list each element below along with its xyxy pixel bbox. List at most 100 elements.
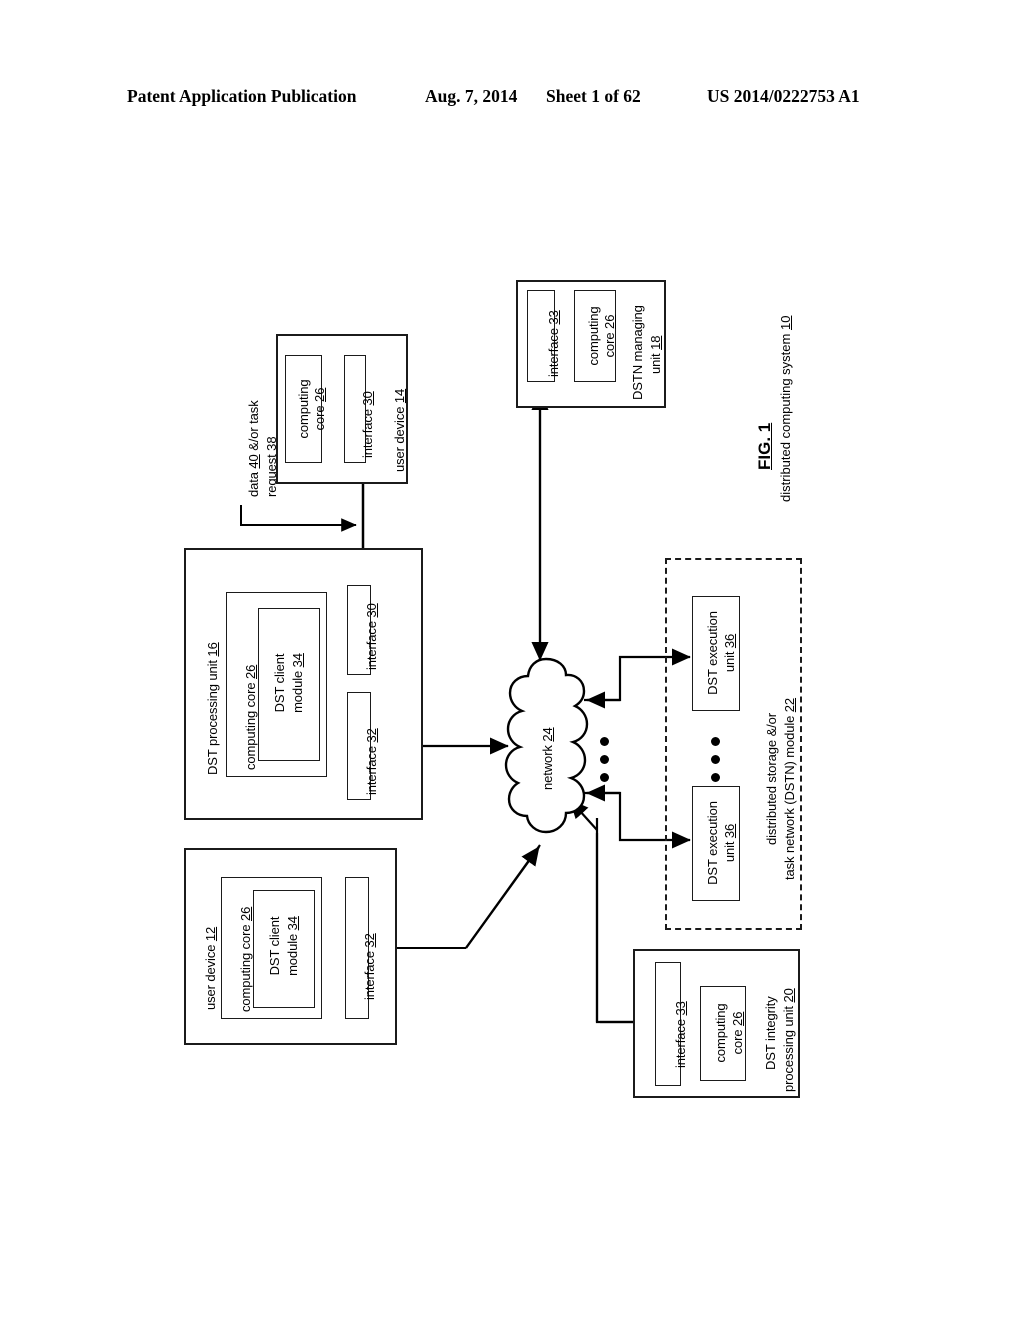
title-ref: 20 bbox=[781, 988, 796, 1003]
dstn-module-22-title-line2: task network (DSTN) module 22 bbox=[782, 698, 797, 880]
dst-processing-unit-16-interface-32-label: interface 32 bbox=[364, 728, 379, 795]
dstn-title-line2: task network (DSTN) module bbox=[782, 715, 797, 880]
user-device-14-title: user device 14 bbox=[392, 389, 407, 472]
network-24-label: network 24 bbox=[540, 727, 555, 790]
dst-execution-unit-36-upper-line1: DST execution bbox=[705, 601, 720, 705]
user-device-12-core-label: computing core 26 bbox=[238, 907, 253, 1012]
user-device-12-module-line2: module 34 bbox=[285, 891, 300, 1001]
module-line1: DST client bbox=[272, 653, 287, 713]
network-branch-ellipsis bbox=[600, 737, 609, 791]
core-line1: computing bbox=[713, 1003, 728, 1063]
dst-processing-unit-16-dst-client-module-box bbox=[258, 608, 320, 761]
interface-label: interface bbox=[364, 621, 379, 670]
module-line2: module bbox=[290, 670, 305, 713]
title-line1: DSTN managing bbox=[630, 305, 645, 400]
dst-execution-unit-36-upper-line2: unit 36 bbox=[722, 601, 737, 705]
network-ref: 24 bbox=[540, 727, 555, 742]
dst-processing-unit-16-core-label: computing core 26 bbox=[243, 665, 258, 770]
core-line2: core bbox=[730, 1029, 745, 1055]
module-line1: DST client bbox=[267, 916, 282, 976]
core-line2: core bbox=[602, 332, 617, 358]
core-ref: 26 bbox=[730, 1011, 745, 1026]
dstn-title-ref: 22 bbox=[782, 697, 797, 713]
dst-integrity-unit-20-title-line1: DST integrity bbox=[763, 996, 778, 1070]
dst-execution-units-ellipsis bbox=[711, 737, 720, 791]
title-text: user device bbox=[392, 406, 407, 472]
title-ref: 16 bbox=[205, 642, 220, 657]
dst-integrity-unit-20-core-line2: core 26 bbox=[730, 991, 745, 1075]
flow-label-line1-tail: &/or task bbox=[246, 400, 261, 451]
dstn-managing-unit-18-core-line1: computing bbox=[586, 296, 601, 376]
interface-ref: 33 bbox=[673, 1001, 688, 1016]
user-device-14-core-label-line2: core 26 bbox=[312, 363, 327, 455]
interface-label: interface bbox=[673, 1019, 688, 1068]
title-line2: processing unit bbox=[781, 1006, 796, 1092]
interface-ref: 32 bbox=[362, 933, 377, 948]
core-line1: computing bbox=[296, 379, 311, 439]
user-device-14-interface-30-label: interface 30 bbox=[360, 391, 375, 458]
dstn-managing-unit-18-core-line2: core 26 bbox=[602, 296, 617, 376]
module-ref: 34 bbox=[285, 916, 300, 931]
exec-line1: DST execution bbox=[705, 801, 720, 885]
user-device-12-dst-client-module-box bbox=[253, 890, 315, 1008]
module-line2: module bbox=[285, 933, 300, 976]
dst-client-module-34-line2: module 34 bbox=[290, 613, 305, 753]
dst-integrity-unit-20-core-line1: computing bbox=[713, 991, 728, 1075]
core-line2: core bbox=[312, 405, 327, 431]
user-device-12-title: user device 12 bbox=[203, 927, 218, 1010]
title-ref: 14 bbox=[392, 388, 407, 404]
interface-label: interface bbox=[360, 409, 375, 458]
dst-execution-unit-36-lower-line1: DST execution bbox=[705, 791, 720, 895]
core-label: computing core bbox=[243, 682, 258, 770]
interface-ref: 30 bbox=[364, 603, 379, 618]
dst-integrity-unit-20-interface-33-label: interface 33 bbox=[673, 1001, 688, 1068]
figure-subcaption: distributed computing system 10 bbox=[778, 316, 793, 502]
subcaption-ref: 10 bbox=[778, 315, 793, 331]
dstn-managing-unit-18-title-line2: unit 18 bbox=[648, 336, 663, 374]
user-device-12-module-line1: DST client bbox=[267, 891, 282, 1001]
title-text: DST processing unit bbox=[205, 660, 220, 775]
core-ref: 26 bbox=[312, 387, 327, 402]
exec-ref: 36 bbox=[722, 633, 737, 649]
exec-line2: unit bbox=[722, 651, 737, 673]
dst-processing-unit-16-title: DST processing unit 16 bbox=[205, 642, 220, 775]
core-ref: 26 bbox=[243, 664, 258, 679]
interface-ref: 33 bbox=[546, 310, 561, 325]
title-ref: 18 bbox=[648, 335, 663, 350]
dst-execution-unit-36-lower-line2: unit 36 bbox=[722, 791, 737, 895]
exec-line1: DST execution bbox=[705, 611, 720, 695]
title-text: user device bbox=[203, 944, 218, 1010]
interface-label: interface bbox=[546, 328, 561, 377]
core-label: computing core bbox=[238, 924, 253, 1012]
interface-label: interface bbox=[364, 746, 379, 795]
title-ref: 12 bbox=[203, 926, 218, 942]
dstn-module-22-title-line1: distributed storage &/or bbox=[764, 713, 779, 845]
core-ref: 26 bbox=[602, 314, 617, 329]
patent-figure-1: data 40 &/or task request 38 computing c… bbox=[0, 0, 1024, 1320]
user-device-14-core-label-line1: computing bbox=[296, 363, 311, 455]
dstn-title-line1: distributed storage &/or bbox=[764, 712, 779, 845]
core-line1: computing bbox=[586, 306, 601, 366]
title-line1: DST integrity bbox=[763, 996, 778, 1070]
dstn-managing-unit-18-title-line1: DSTN managing bbox=[630, 305, 645, 400]
interface-ref: 32 bbox=[364, 728, 379, 743]
dst-client-module-34-line1: DST client bbox=[272, 613, 287, 753]
dstn-managing-unit-18-interface-33-label: interface 33 bbox=[546, 310, 561, 377]
flow-label-line1-ref: 40 bbox=[246, 454, 261, 469]
title-line2: unit bbox=[648, 353, 663, 374]
core-ref: 26 bbox=[238, 906, 253, 921]
figure-caption: FIG. 1 bbox=[755, 423, 775, 470]
module-ref: 34 bbox=[290, 653, 305, 668]
flow-label-line1-text: data bbox=[246, 472, 261, 497]
exec-ref: 36 bbox=[722, 823, 737, 839]
interface-label: interface bbox=[362, 951, 377, 1000]
dst-integrity-unit-20-title-line2: processing unit 20 bbox=[781, 988, 796, 1092]
exec-line2: unit bbox=[722, 841, 737, 863]
interface-ref: 30 bbox=[360, 391, 375, 406]
subcaption-text: distributed computing system bbox=[778, 333, 793, 502]
dst-processing-unit-16-interface-30-label: interface 30 bbox=[364, 603, 379, 670]
data-task-request-label: data 40 &/or task bbox=[246, 400, 261, 497]
network-label-text: network bbox=[540, 745, 555, 790]
figure-caption-text: FIG. 1 bbox=[755, 422, 774, 470]
user-device-12-interface-32-label: interface 32 bbox=[362, 933, 377, 1000]
